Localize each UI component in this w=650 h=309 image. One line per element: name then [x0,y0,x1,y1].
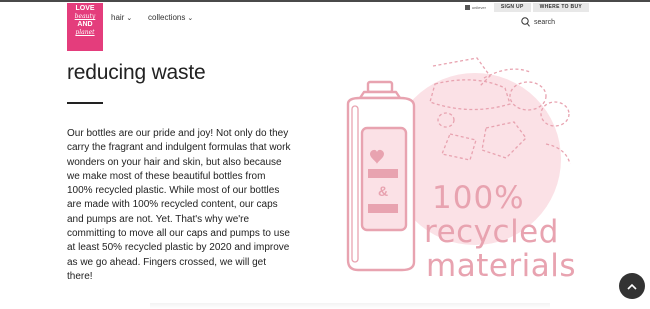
nav-collections-label: collections [148,13,186,22]
unilever-logo[interactable]: unilever [464,5,486,10]
logo-line-and: AND [77,21,93,28]
illus-text-recycled: recycled [424,214,559,250]
chevron-up-icon [627,283,637,290]
where-to-buy-button[interactable]: WHERE TO BUY [532,3,589,12]
search-button[interactable]: search [521,17,555,27]
search-icon [521,17,530,27]
chevron-down-icon: ⌄ [126,15,133,22]
label-ampersand: & [378,183,388,199]
logo-line-beauty: beauty [74,13,96,20]
chevron-down-icon: ⌄ [187,15,194,22]
bottle-cap [366,80,394,94]
page-title: reducing waste [67,61,206,84]
sign-up-button[interactable]: SIGN UP [493,3,531,12]
nav-collections[interactable]: collections ⌄ [148,13,193,22]
illus-text-percent: 100% [432,180,525,216]
unilever-icon [464,5,470,10]
utility-bar: unilever SIGN UP WHERE TO BUY [464,3,589,12]
top-border [0,0,650,2]
nav-hair-label: hair [111,13,125,22]
label-bar-top [368,169,398,178]
section-divider [150,303,550,309]
brand-logo[interactable]: LOVE beauty AND planet [67,3,103,51]
logo-line-planet: planet [75,29,95,36]
label-bar-bottom [368,204,398,213]
title-underline [67,102,103,104]
illus-text-materials: materials [426,248,576,284]
scroll-to-top-button[interactable] [619,273,645,299]
recycled-bottle-illustration: & 100% recycled materials [346,57,576,284]
body-paragraph: Our bottles are our pride and joy! Not o… [67,128,291,282]
nav-hair[interactable]: hair ⌄ [111,13,132,22]
bottle-label [360,126,408,232]
logo-line-love: LOVE [75,5,95,12]
search-label: search [534,18,556,26]
